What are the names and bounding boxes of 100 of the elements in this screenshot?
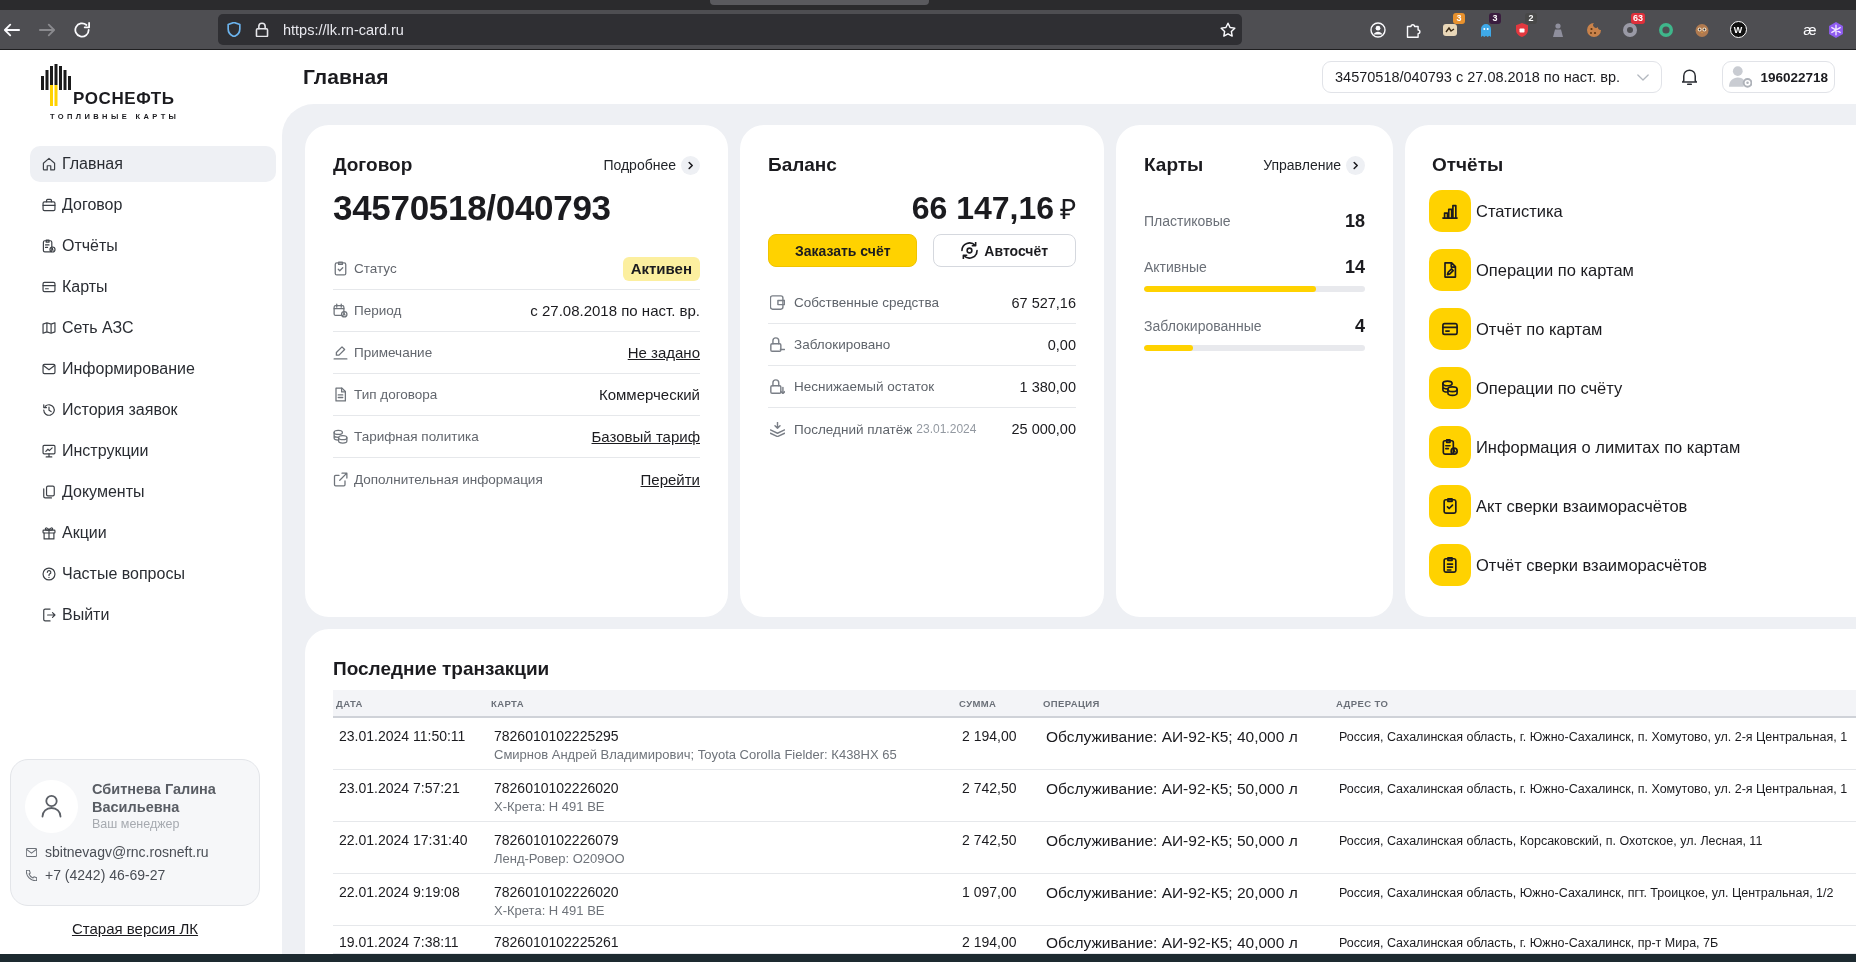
- manage-link[interactable]: Управление: [1263, 155, 1365, 175]
- card-holder: Х-Крета: Н 491 ВЕ: [494, 798, 606, 815]
- reload-icon[interactable]: [74, 21, 90, 38]
- column-header: ДАТА: [333, 690, 488, 717]
- row-value: 25 000,00: [1011, 421, 1076, 437]
- external-link-icon: [333, 471, 348, 487]
- nav-item[interactable]: Инструкции: [30, 433, 276, 469]
- shield-icon: [227, 22, 241, 37]
- transaction-amount: 2 742,50: [956, 769, 1040, 822]
- row-label: Статус: [354, 261, 397, 276]
- auto-invoice-button[interactable]: Автосчёт: [933, 234, 1076, 267]
- transaction-date: 22.01.2024 9:19:08: [333, 873, 488, 926]
- transaction-amount: 2 742,50: [956, 821, 1040, 874]
- row-value: 67 527,16: [1011, 294, 1076, 311]
- transaction-date: 23.01.2024 11:50:11: [333, 717, 488, 770]
- clipboard-check-icon: [333, 261, 348, 276]
- report-link[interactable]: Информация о лимитах по картам: [1429, 426, 1832, 468]
- nav-item[interactable]: Частые вопросы: [30, 556, 276, 592]
- figure-icon[interactable]: [1550, 21, 1566, 38]
- station-address: Россия, Сахалинская область, Южно-Сахалинск, пгт. Троицкое, ул. Центральная, 1/2: [1333, 873, 1856, 926]
- pen-icon: [333, 345, 348, 360]
- row-value: 1 380,00: [1019, 378, 1076, 395]
- report-link[interactable]: Отчёт сверки взаиморасчётов: [1429, 544, 1832, 586]
- row-link[interactable]: Перейти: [640, 470, 700, 488]
- nav-item[interactable]: Выйти: [30, 597, 276, 633]
- owl-icon[interactable]: [1694, 21, 1710, 38]
- snowflake-icon[interactable]: [1828, 21, 1844, 38]
- card-icon: [1429, 308, 1471, 350]
- extension-icon[interactable]: [1442, 21, 1458, 38]
- nav-item[interactable]: Информирование: [30, 351, 276, 387]
- nav-item[interactable]: Документы: [30, 474, 276, 510]
- gift-icon: [42, 526, 56, 540]
- nav-item[interactable]: Акции: [30, 515, 276, 551]
- documents-icon: [42, 485, 56, 499]
- card-count: 14: [1344, 256, 1365, 278]
- manager-name: Сбитнева Галина Васильевна: [92, 780, 217, 816]
- nav-item[interactable]: Главная: [30, 146, 276, 182]
- nav-item[interactable]: Карты: [30, 269, 276, 305]
- logo-mark: [41, 64, 71, 106]
- report-link[interactable]: Акт сверки взаиморасчётов: [1429, 485, 1832, 527]
- contract-selector[interactable]: 34570518/040793 с 27.08.2018 по наст. вр.: [1322, 61, 1662, 93]
- extension-button[interactable]: æ: [1803, 21, 1817, 38]
- card-holder: Смирнов Андрей Владимирович; Toyota Corolla Fielder: К438НХ 65: [494, 746, 898, 763]
- old-version-link[interactable]: Старая версия ЛК: [71, 920, 199, 938]
- card-holder: Х-Крета: Н 491 ВЕ: [494, 902, 606, 919]
- nav-item[interactable]: Отчёты: [30, 228, 276, 264]
- stack-download-icon: [770, 421, 785, 437]
- station-address: Россия, Сахалинская область, г. Южно-Сахалинск, п. Хомутово, ул. 2-я Центральная, 1: [1333, 769, 1856, 822]
- nav-item[interactable]: История заявок: [30, 392, 276, 428]
- ring-icon[interactable]: [1658, 21, 1674, 38]
- user-button[interactable]: 196022718: [1722, 61, 1835, 93]
- ghost-icon[interactable]: [1478, 21, 1494, 38]
- row-value: с 27.08.2018 по наст. вр.: [530, 302, 700, 319]
- report-link[interactable]: Отчёт по картам: [1429, 308, 1832, 350]
- coins-icon: [1429, 367, 1471, 409]
- cookie-icon[interactable]: [1586, 21, 1602, 38]
- card-title: Баланс: [768, 153, 837, 177]
- puzzle-icon[interactable]: [1406, 21, 1422, 38]
- row-label: Пластиковые: [1144, 213, 1231, 229]
- row-link[interactable]: Базовый тариф: [591, 428, 700, 445]
- shield-icon[interactable]: [1514, 21, 1530, 38]
- transaction-date: 22.01.2024 17:31:40: [333, 821, 488, 874]
- order-invoice-button[interactable]: Заказать счёт: [768, 234, 918, 267]
- manager-phone: +7 (4242) 46-69-27: [45, 867, 166, 883]
- clipboard-clock-icon: [1429, 426, 1471, 468]
- address-bar[interactable]: https://lk.rn-card.ru: [218, 14, 1242, 45]
- nav-item[interactable]: Договор: [30, 187, 276, 223]
- row-label: Дополнительная информация: [354, 471, 543, 487]
- details-link[interactable]: Подробнее: [603, 155, 700, 175]
- lock-icon: [770, 379, 785, 394]
- wallet-icon: [770, 295, 785, 310]
- row-label: Тарифная политика: [354, 429, 479, 444]
- chevron-right-icon: [1346, 155, 1365, 175]
- bell-icon[interactable]: [1682, 69, 1697, 85]
- clipboard-check-icon: [1429, 485, 1471, 527]
- transaction-amount: 1 097,00: [956, 873, 1040, 926]
- calendar-clock-icon: [333, 303, 348, 318]
- row-label: Заблокировано: [794, 337, 891, 352]
- row-label: Тип договора: [354, 387, 438, 402]
- row-link[interactable]: Не задано: [627, 344, 700, 361]
- page-title: Главная: [303, 65, 389, 89]
- report-link[interactable]: Операции по картам: [1429, 249, 1832, 291]
- extension-button[interactable]: W: [1729, 21, 1747, 38]
- report-link[interactable]: Операции по счёту: [1429, 367, 1832, 409]
- person-circle-icon[interactable]: [1370, 21, 1386, 38]
- star-icon[interactable]: [1220, 21, 1236, 38]
- extension-badge: 3: [1489, 13, 1501, 24]
- report-link[interactable]: Статистика: [1429, 190, 1832, 232]
- transaction-date: 19.01.2024 7:38:11: [333, 925, 488, 954]
- logout-icon: [42, 608, 56, 622]
- arrow-left-icon[interactable]: [4, 21, 20, 38]
- nav-item[interactable]: Сеть АЗС: [30, 310, 276, 346]
- card-title: Карты: [1144, 153, 1204, 177]
- card-number: 7826010102226020: [494, 883, 620, 902]
- transaction-date: 23.01.2024 7:57:21: [333, 769, 488, 822]
- briefcase-icon: [42, 198, 56, 212]
- manager-email[interactable]: sbitnevagv@rnc.rosneft.ru: [45, 844, 209, 860]
- transaction-operation: Обслуживание: АИ-92-К5; 50,000 л: [1040, 769, 1333, 822]
- chevron-down-icon: [1637, 73, 1649, 81]
- user-settings-icon: [1729, 65, 1753, 89]
